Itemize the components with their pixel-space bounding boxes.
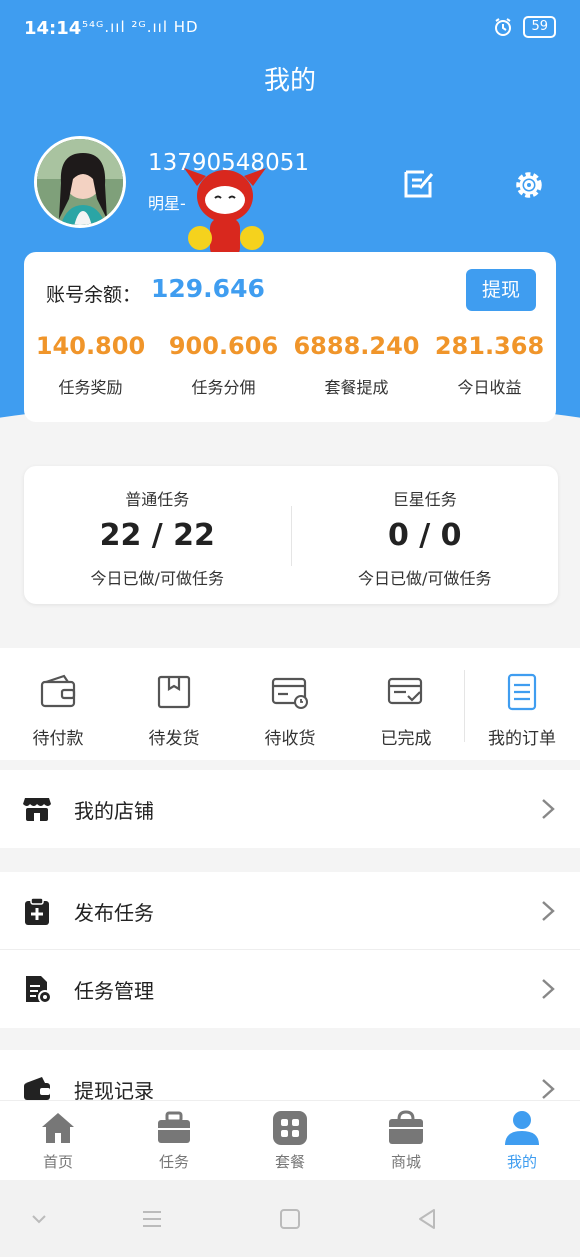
chevron-down-icon[interactable]	[26, 1206, 52, 1232]
chevron-right-icon	[542, 799, 555, 819]
order-label: 待收货	[264, 729, 316, 749]
edit-note-icon[interactable]	[400, 166, 436, 202]
status-bar: 14:14 ⁵⁴ᴳ.ııl ²ᴳ.ııl HD 59	[0, 0, 580, 56]
home-icon	[42, 1113, 74, 1143]
chevron-right-icon	[542, 979, 555, 999]
stat-task-reward[interactable]: 140.800 任务奖励	[24, 332, 157, 398]
tab-label: 任务	[158, 1153, 189, 1171]
document-icon	[507, 673, 537, 711]
chevron-right-icon	[542, 901, 555, 921]
stat-task-commission[interactable]: 900.606 任务分佣	[157, 332, 290, 398]
briefcase-icon	[158, 1111, 190, 1143]
order-label: 已完成	[380, 729, 432, 749]
tab-tasks[interactable]: 任务	[116, 1101, 232, 1180]
task-name: 巨星任务	[392, 490, 457, 509]
stat-value: 281.368	[434, 332, 545, 360]
order-pending-receipt[interactable]: 待收货	[232, 648, 348, 760]
stat-label: 任务分佣	[191, 378, 256, 397]
menu-my-shop[interactable]: 我的店铺	[0, 770, 580, 848]
task-count: 0 / 0	[387, 518, 462, 553]
tab-packages[interactable]: 套餐	[232, 1101, 348, 1180]
menu-label: 任务管理	[74, 978, 154, 1003]
task-name: 普通任务	[125, 490, 190, 509]
tab-mall[interactable]: 商城	[348, 1101, 464, 1180]
cartoon-sticker	[184, 168, 266, 258]
stat-label: 任务奖励	[58, 378, 123, 397]
tab-label: 我的	[506, 1153, 537, 1171]
star-task-summary[interactable]: 巨星任务 0 / 0 今日已做/可做任务	[292, 466, 559, 604]
page-title: 我的	[263, 66, 316, 96]
file-gear-icon	[26, 976, 52, 1004]
stat-value: 140.800	[35, 332, 146, 360]
tab-label: 套餐	[274, 1153, 305, 1171]
chevron-right-icon	[542, 1079, 555, 1099]
task-caption: 今日已做/可做任务	[90, 569, 224, 588]
stat-value: 6888.240	[293, 332, 420, 360]
tab-mine[interactable]: 我的	[464, 1101, 580, 1180]
tab-label: 商城	[390, 1153, 421, 1171]
avatar[interactable]	[34, 136, 126, 228]
divider	[464, 670, 465, 742]
menu-label: 我的店铺	[74, 798, 154, 823]
battery-level: 59	[523, 16, 556, 38]
order-label: 待付款	[32, 729, 84, 749]
my-orders[interactable]: 我的订单	[464, 648, 580, 760]
order-completed[interactable]: 已完成	[348, 648, 464, 760]
stat-label: 套餐提成	[324, 378, 389, 397]
normal-task-summary[interactable]: 普通任务 22 / 22 今日已做/可做任务	[24, 466, 291, 604]
task-summary-card: 普通任务 22 / 22 今日已做/可做任务 巨星任务 0 / 0 今日已做/可…	[24, 466, 558, 604]
order-shortcuts: 待付款 待发货 待收货 已完成 我的订单	[0, 648, 580, 760]
earnings-stats: 140.800 任务奖励 900.606 任务分佣 6888.240 套餐提成 …	[24, 332, 556, 398]
balance-value: 129.646	[151, 274, 265, 303]
order-label: 我的订单	[488, 729, 556, 749]
wallet-icon	[40, 674, 76, 708]
shop-bag-icon	[389, 1110, 423, 1144]
status-time: 14:14	[24, 18, 82, 39]
stat-today-earnings[interactable]: 281.368 今日收益	[423, 332, 556, 398]
card-clock-icon	[271, 677, 308, 709]
menu-icon[interactable]	[139, 1206, 165, 1232]
stat-label: 今日收益	[457, 378, 522, 397]
clipboard-plus-icon	[25, 897, 49, 925]
bottom-tab-bar: 首页 任务 套餐 商城 我的	[0, 1100, 580, 1180]
tab-home[interactable]: 首页	[0, 1101, 116, 1180]
grid-icon	[273, 1111, 307, 1145]
gear-icon[interactable]	[510, 166, 548, 204]
order-pending-shipment[interactable]: 待发货	[116, 648, 232, 760]
back-triangle-icon[interactable]	[414, 1206, 440, 1232]
balance-card: 账号余额： 129.646 提现 140.800 任务奖励 900.606 任务…	[24, 252, 556, 422]
task-count: 22 / 22	[99, 518, 215, 553]
shop-icon	[23, 798, 51, 821]
system-nav-bar	[0, 1180, 580, 1257]
menu-task-management[interactable]: 任务管理	[0, 950, 580, 1028]
menu-label: 发布任务	[74, 900, 154, 925]
user-icon	[505, 1111, 539, 1145]
stat-value: 900.606	[168, 332, 279, 360]
home-square-icon[interactable]	[277, 1206, 303, 1232]
card-check-icon	[387, 677, 423, 705]
balance-label: 账号余额：	[46, 284, 142, 306]
tab-label: 首页	[42, 1153, 73, 1171]
order-pending-payment[interactable]: 待付款	[0, 648, 116, 760]
order-label: 待发货	[148, 729, 200, 749]
alarm-clock-icon	[495, 18, 512, 36]
box-icon	[157, 675, 191, 709]
stat-package-commission[interactable]: 6888.240 套餐提成	[290, 332, 423, 398]
withdraw-button[interactable]: 提现	[466, 269, 536, 311]
task-caption: 今日已做/可做任务	[358, 569, 492, 588]
signal-indicator: ⁵⁴ᴳ.ııl ²ᴳ.ııl HD	[82, 18, 199, 36]
menu-publish-task[interactable]: 发布任务	[0, 872, 580, 950]
